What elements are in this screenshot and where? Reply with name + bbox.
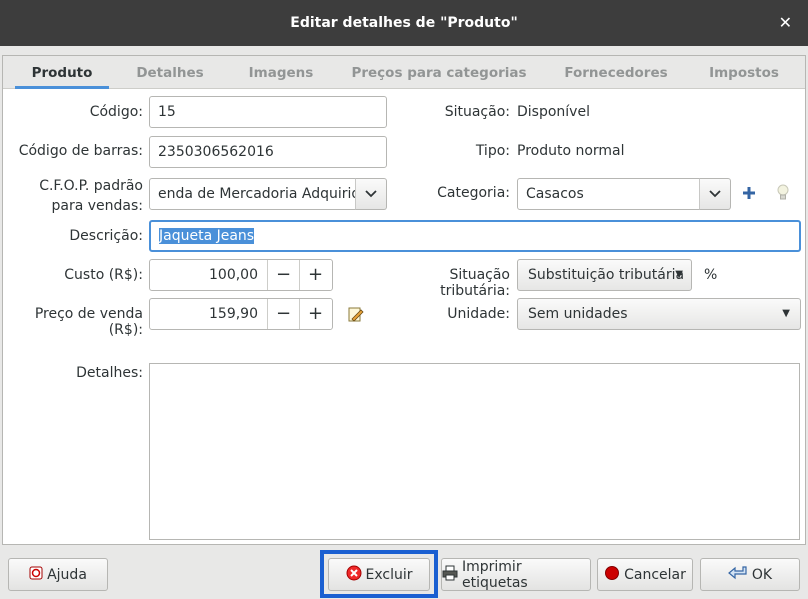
tab-imagens[interactable]: Imagens (236, 56, 326, 89)
trib-dropdown[interactable]: Substituição tributária ▼ (517, 259, 692, 291)
return-arrow-icon (727, 565, 748, 585)
tab-produto[interactable]: Produto (15, 56, 109, 89)
lightbulb-icon[interactable] (776, 184, 790, 206)
detalhes-textarea[interactable] (149, 363, 800, 540)
cfop-label: C.F.O.P. padrão para vendas: (39, 178, 143, 214)
cancel-icon (604, 565, 620, 585)
ok-label: OK (751, 566, 773, 583)
chevron-down-icon[interactable] (355, 178, 387, 210)
descricao-label: Descrição: (69, 228, 143, 244)
percent-label: % (704, 267, 718, 283)
help-button[interactable]: Ajuda (8, 558, 108, 591)
unidade-value: Sem unidades (528, 306, 628, 322)
custo-plus-button[interactable]: + (299, 260, 331, 290)
help-label: Ajuda (47, 566, 87, 583)
tab-bar: Produto Detalhes Imagens Preços para cat… (3, 56, 805, 89)
unidade-label: Unidade: (447, 306, 510, 322)
help-icon (29, 566, 43, 584)
tipo-label: Tipo: (475, 143, 510, 159)
ok-button[interactable]: OK (700, 558, 800, 591)
dropdown-arrow-icon: ▼ (782, 308, 790, 319)
print-labels-label: Imprimir etiquetas (462, 558, 528, 591)
tab-fornecedores[interactable]: Fornecedores (555, 56, 677, 89)
preco-label: Preço de venda (R$): (34, 306, 143, 338)
detalhes-label: Detalhes: (76, 365, 143, 381)
codigo-field[interactable]: 15 (149, 96, 387, 128)
trib-value: Substituição tributária (528, 267, 685, 283)
descricao-selected-text: Jaqueta Jeans (159, 228, 255, 244)
delete-button[interactable]: Excluir (328, 558, 430, 591)
barras-label: Código de barras: (18, 143, 143, 159)
categoria-label: Categoria: (437, 185, 510, 201)
tab-impostos[interactable]: Impostos (699, 56, 789, 89)
unidade-dropdown[interactable]: Sem unidades ▼ (517, 298, 801, 330)
add-icon[interactable] (742, 186, 756, 204)
tab-detalhes[interactable]: Detalhes (126, 56, 214, 89)
close-icon[interactable]: ✕ (779, 13, 792, 32)
printer-icon (442, 565, 458, 585)
dropdown-arrow-icon: ▼ (675, 269, 683, 280)
delete-label: Excluir (365, 566, 413, 583)
codigo-label: Código: (89, 104, 143, 120)
descricao-field[interactable]: Jaqueta Jeans (149, 220, 801, 252)
trib-label: Situação tributária: (440, 267, 510, 299)
print-labels-button[interactable]: Imprimir etiquetas (441, 558, 591, 591)
tab-precos-categorias[interactable]: Preços para categorias (349, 56, 529, 89)
custo-minus-button[interactable]: − (267, 260, 299, 290)
cancel-label: Cancelar (624, 566, 686, 583)
edit-note-icon[interactable] (348, 306, 364, 326)
window-title: Editar detalhes de "Produto" (290, 15, 518, 31)
preco-value: 159,90 (209, 306, 258, 322)
delete-icon (346, 565, 362, 585)
tipo-value: Produto normal (517, 143, 625, 159)
cancel-button[interactable]: Cancelar (597, 558, 693, 591)
situacao-label: Situação: (444, 104, 510, 120)
dialog-content: Produto Detalhes Imagens Preços para cat… (2, 55, 806, 545)
title-bar: Editar detalhes de "Produto" ✕ (0, 0, 808, 46)
barras-field[interactable]: 2350306562016 (149, 136, 387, 168)
situacao-value: Disponível (517, 104, 590, 120)
preco-minus-button[interactable]: − (267, 299, 299, 329)
custo-value: 100,00 (209, 267, 258, 283)
preco-plus-button[interactable]: + (299, 299, 331, 329)
chevron-down-icon[interactable] (699, 178, 731, 210)
categoria-combo-entry[interactable]: Casacos (517, 178, 701, 210)
cfop-combo-entry[interactable]: enda de Mercadoria Adquirida (149, 178, 357, 210)
custo-label: Custo (R$): (64, 267, 143, 283)
